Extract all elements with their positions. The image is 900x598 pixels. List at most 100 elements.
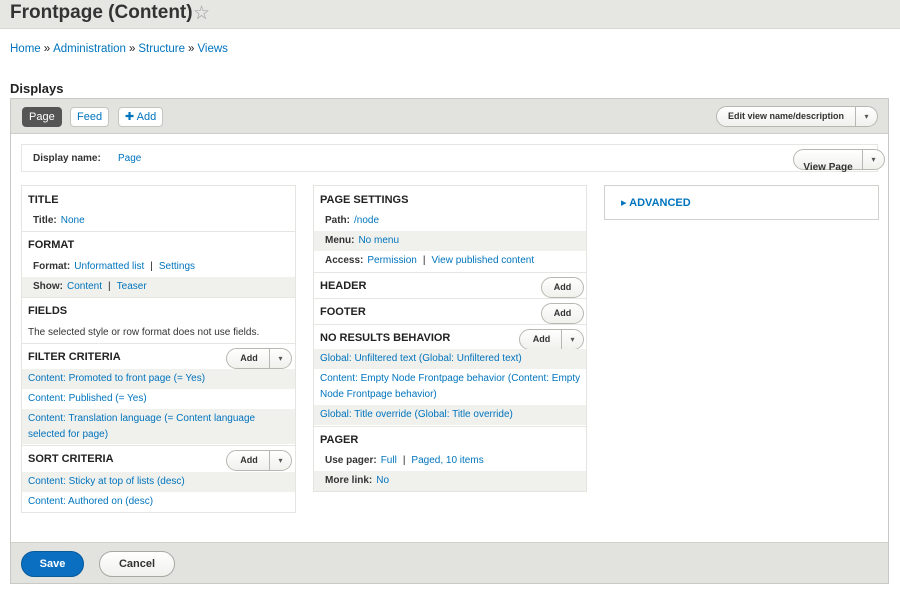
use-pager-row: Use pager: Full | Paged, 10 items xyxy=(314,451,586,471)
format-settings-link[interactable]: Settings xyxy=(159,261,195,272)
more-link-row: More link: No xyxy=(314,471,586,491)
pager-heading: PAGER xyxy=(320,434,359,446)
divider xyxy=(314,272,586,273)
no-results-add-label: Add xyxy=(532,334,551,344)
divider xyxy=(22,445,295,446)
sort-criteria-heading: SORT CRITERIA xyxy=(28,453,114,465)
advanced-toggle[interactable]: ▸ ADVANCED xyxy=(621,196,691,209)
display-name-value[interactable]: Page xyxy=(118,153,141,164)
footer-add-label: Add xyxy=(553,308,572,318)
chevron-down-icon[interactable]: ▾ xyxy=(855,107,877,126)
save-button[interactable]: Save xyxy=(21,551,84,577)
menu-key: Menu: xyxy=(325,235,355,246)
no-results-item: Global: Unfiltered text (Global: Unfilte… xyxy=(314,349,586,369)
header-add-label: Add xyxy=(553,282,572,292)
advanced-section[interactable]: ▸ ADVANCED xyxy=(604,185,879,220)
breadcrumb-structure[interactable]: Structure xyxy=(138,43,185,55)
form-actions-bar: Save Cancel xyxy=(11,542,888,583)
sort-item-link[interactable]: Content: Sticky at top of lists (desc) xyxy=(28,476,185,487)
breadcrumb-separator: » xyxy=(188,43,195,55)
displays-heading: Displays xyxy=(10,81,64,96)
no-results-item: Content: Empty Node Frontpage behavior (… xyxy=(314,369,586,404)
filter-item: Content: Published (= Yes) xyxy=(22,389,295,409)
fields-note: The selected style or row format does no… xyxy=(28,327,260,338)
access-key: Access: xyxy=(325,255,364,266)
footer-heading: FOOTER xyxy=(320,306,366,318)
star-icon[interactable]: ☆ xyxy=(193,2,210,25)
page-title: Frontpage (Content) xyxy=(10,2,193,23)
chevron-down-icon[interactable]: ▾ xyxy=(269,451,291,470)
no-results-item-link[interactable]: Global: Title override (Global: Title ov… xyxy=(320,409,513,420)
separator: | xyxy=(402,455,406,466)
views-editor: Page Feed ✚ Add Edit view name/descripti… xyxy=(10,98,889,584)
divider xyxy=(314,298,586,299)
filter-item: Content: Translation language (= Content… xyxy=(22,409,295,444)
use-pager-value-link[interactable]: Full xyxy=(381,455,397,466)
menu-value-link[interactable]: No menu xyxy=(358,235,399,246)
filter-item-link[interactable]: Content: Translation language (= Content… xyxy=(28,413,255,440)
format-value-link[interactable]: Unformatted list xyxy=(74,261,144,272)
sort-item-link[interactable]: Content: Authored on (desc) xyxy=(28,496,153,507)
chevron-down-icon[interactable]: ▾ xyxy=(561,330,583,349)
no-results-item-link[interactable]: Content: Empty Node Frontpage behavior (… xyxy=(320,373,580,400)
add-display-button[interactable]: ✚ Add xyxy=(118,107,164,127)
separator: | xyxy=(422,255,426,266)
edit-view-name-button[interactable]: Edit view name/description ▾ xyxy=(716,106,878,127)
display-name-label: Display name: xyxy=(33,153,101,164)
divider xyxy=(22,231,295,232)
header-add-button[interactable]: Add xyxy=(541,277,584,298)
title-value-link[interactable]: None xyxy=(61,215,85,226)
use-pager-extra-link[interactable]: Paged, 10 items xyxy=(411,455,483,466)
divider xyxy=(22,297,295,298)
title-row: Title: None xyxy=(22,211,295,231)
cancel-button[interactable]: Cancel xyxy=(99,551,175,577)
chevron-down-icon[interactable]: ▾ xyxy=(862,150,884,169)
left-column: TITLE Title: None FORMAT Format: Unformatt… xyxy=(21,185,296,513)
breadcrumb-separator: » xyxy=(128,43,136,55)
breadcrumb-home[interactable]: Home xyxy=(10,43,41,55)
show-teaser-link[interactable]: Teaser xyxy=(117,281,147,292)
show-key: Show: xyxy=(33,281,63,292)
no-results-add-button[interactable]: Add ▾ xyxy=(519,329,584,350)
page-header: Frontpage (Content) ☆ xyxy=(0,0,900,29)
sort-add-button[interactable]: Add ▾ xyxy=(226,450,292,471)
breadcrumb-views[interactable]: Views xyxy=(197,43,227,55)
footer-add-button[interactable]: Add xyxy=(541,303,584,324)
more-link-value-link[interactable]: No xyxy=(376,475,389,486)
use-pager-key: Use pager: xyxy=(325,455,377,466)
filter-item: Content: Promoted to front page (= Yes) xyxy=(22,369,295,389)
filter-item-link[interactable]: Content: Promoted to front page (= Yes) xyxy=(28,373,205,384)
show-value-link[interactable]: Content xyxy=(67,281,102,292)
no-results-heading: NO RESULTS BEHAVIOR xyxy=(320,332,451,344)
middle-column: PAGE SETTINGS Path: /node Menu: No menu Ac… xyxy=(313,185,587,492)
breadcrumb-separator: » xyxy=(43,43,51,55)
edit-view-name-label: Edit view name/description xyxy=(727,111,845,121)
display-name-bar: Display name: Page View Page ▾ xyxy=(21,144,885,173)
title-heading: TITLE xyxy=(28,194,59,206)
breadcrumb-administration[interactable]: Administration xyxy=(53,43,126,55)
sort-item: Content: Authored on (desc) xyxy=(22,492,295,512)
sort-item: Content: Sticky at top of lists (desc) xyxy=(22,472,295,492)
sort-add-label: Add xyxy=(240,455,258,465)
chevron-down-icon[interactable]: ▾ xyxy=(269,349,291,368)
access-extra-link[interactable]: View published content xyxy=(431,255,534,266)
breadcrumb: Home» Administration» Structure» Views xyxy=(10,43,228,55)
format-row: Format: Unformatted list | Settings xyxy=(22,257,295,277)
path-value-link[interactable]: /node xyxy=(354,215,379,226)
filter-item-link[interactable]: Content: Published (= Yes) xyxy=(28,393,147,404)
tab-feed[interactable]: Feed xyxy=(70,107,110,127)
separator: | xyxy=(150,261,153,272)
filter-criteria-heading: FILTER CRITERIA xyxy=(28,351,121,363)
access-value-link[interactable]: Permission xyxy=(367,255,416,266)
fields-heading: FIELDS xyxy=(28,305,68,317)
filter-add-label: Add xyxy=(240,353,258,363)
format-key: Format: xyxy=(33,261,71,272)
no-results-item-link[interactable]: Global: Unfiltered text (Global: Unfilte… xyxy=(320,353,522,364)
show-row: Show: Content | Teaser xyxy=(22,277,295,297)
tab-page[interactable]: Page xyxy=(22,107,62,127)
menu-row: Menu: No menu xyxy=(314,231,586,251)
view-page-button[interactable]: View Page ▾ xyxy=(793,149,885,173)
no-results-item: Global: Title override (Global: Title ov… xyxy=(314,405,586,425)
divider xyxy=(314,324,586,325)
filter-add-button[interactable]: Add ▾ xyxy=(226,348,292,369)
